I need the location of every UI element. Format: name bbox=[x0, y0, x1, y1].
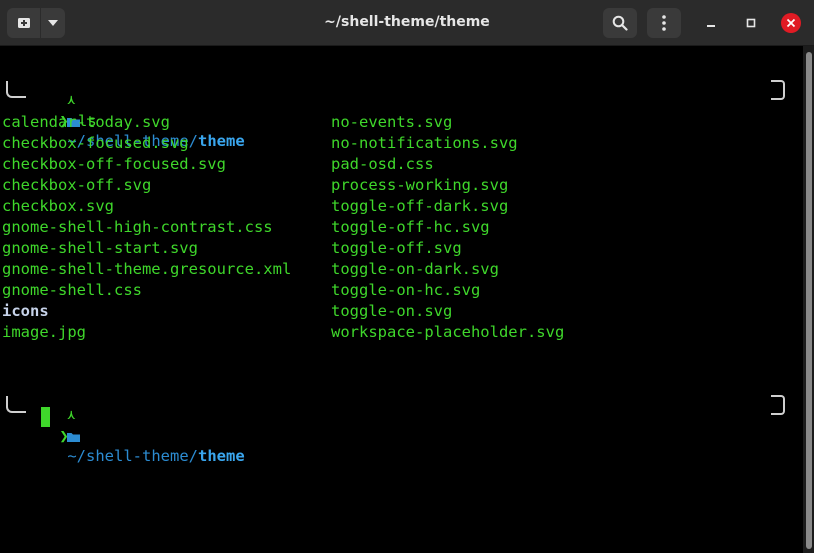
list-item: toggle-on-hc.svg bbox=[331, 281, 481, 299]
list-item-directory: icons bbox=[2, 302, 49, 320]
list-item: checkbox-focused.svg bbox=[2, 134, 189, 152]
prompt-path-prefix: /shell-theme/ bbox=[76, 447, 198, 465]
command-line-1: ❯ ls bbox=[22, 91, 96, 130]
list-item: gnome-shell-high-contrast.css bbox=[2, 218, 273, 236]
list-item: gnome-shell-theme.gresource.xml bbox=[2, 260, 292, 278]
list-item: toggle-off-hc.svg bbox=[331, 218, 490, 236]
list-item: no-notifications.svg bbox=[331, 134, 518, 152]
maximize-icon bbox=[746, 18, 756, 28]
search-button[interactable] bbox=[603, 8, 637, 38]
list-item: gnome-shell.css bbox=[2, 281, 142, 299]
prompt-path-current: theme bbox=[198, 447, 245, 465]
prompt-bracket-right bbox=[771, 395, 785, 415]
list-item: checkbox-off.svg bbox=[2, 176, 152, 194]
minimize-icon bbox=[707, 25, 715, 27]
list-item: checkbox-off-focused.svg bbox=[2, 155, 226, 173]
folder-icon bbox=[67, 432, 81, 442]
list-item: toggle-on.svg bbox=[331, 302, 453, 320]
list-item: toggle-off-dark.svg bbox=[331, 197, 509, 215]
prompt-path: ~/shell-theme/theme bbox=[67, 447, 244, 465]
list-item: calendar-today.svg bbox=[2, 113, 170, 131]
close-icon bbox=[786, 18, 796, 28]
terminal-view[interactable]: ⋏ ~/shell-theme/theme ❯ ls calendar-toda… bbox=[0, 46, 803, 553]
prompt-path-current: theme bbox=[198, 132, 245, 150]
search-icon bbox=[612, 15, 628, 31]
list-item: image.jpg bbox=[2, 323, 86, 341]
prompt-2-line: ⋏ ~/shell-theme/theme bbox=[30, 384, 245, 465]
prompt-1-line: ⋏ ~/shell-theme/theme bbox=[30, 69, 245, 150]
list-item: pad-osd.css bbox=[331, 155, 434, 173]
list-item: checkbox.svg bbox=[2, 197, 114, 215]
prompt-tilde: ~ bbox=[67, 447, 77, 465]
kebab-menu-icon bbox=[662, 15, 666, 31]
header-bar: ~/shell-theme/theme bbox=[0, 0, 814, 46]
window-title: ~/shell-theme/theme bbox=[324, 14, 490, 30]
list-item: gnome-shell-start.svg bbox=[2, 239, 198, 257]
text-cursor bbox=[41, 407, 50, 427]
prompt-bracket-right bbox=[771, 80, 785, 100]
list-item: toggle-off.svg bbox=[331, 239, 462, 257]
main-menu-button[interactable] bbox=[647, 8, 681, 38]
close-button[interactable] bbox=[781, 13, 801, 33]
prompt-arrow: ❯ bbox=[59, 427, 69, 445]
scrollbar[interactable] bbox=[803, 46, 814, 553]
scrollbar-thumb[interactable] bbox=[806, 52, 812, 549]
minimize-button[interactable] bbox=[701, 13, 721, 33]
list-item: process-working.svg bbox=[331, 176, 509, 194]
maximize-button[interactable] bbox=[741, 13, 761, 33]
list-item: no-events.svg bbox=[331, 113, 453, 131]
list-item: toggle-on-dark.svg bbox=[331, 260, 499, 278]
list-item: workspace-placeholder.svg bbox=[331, 323, 565, 341]
